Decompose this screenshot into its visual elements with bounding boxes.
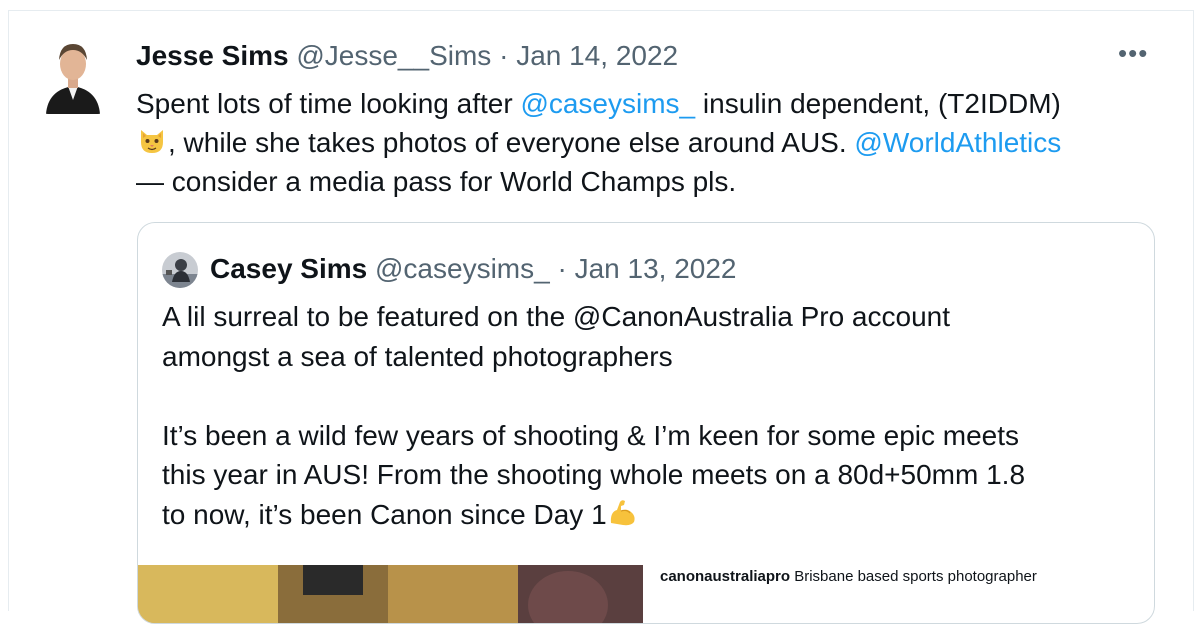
quoted-author-name[interactable]: Casey Sims — [210, 253, 367, 284]
author-name[interactable]: Jesse Sims — [136, 40, 289, 71]
separator-dot: · — [557, 253, 567, 284]
media-caption: canonaustraliapro Brisbane based sports … — [660, 568, 1037, 585]
quoted-date[interactable]: Jan 13, 2022 — [575, 253, 737, 284]
mention-caseysims[interactable]: @caseysims_ — [520, 88, 695, 119]
tweet-text-part: , while she takes photos of everyone els… — [168, 127, 855, 158]
quoted-text-line: to now, it’s been Canon since Day 1 — [162, 498, 607, 530]
quoted-text-line: amongst a sea of talented photographers — [162, 340, 673, 372]
tweet-text-part: insulin dependent, (T2IDDM) — [695, 88, 1061, 119]
quoted-tweet[interactable]: Casey Sims @caseysims_ · Jan 13, 2022 A … — [137, 222, 1155, 624]
quoted-text-line: It’s been a wild few years of shooting &… — [162, 419, 1020, 451]
tweet-text: Spent lots of time looking after @caseys… — [136, 84, 1166, 201]
author-handle[interactable]: @Jesse__Sims — [296, 40, 491, 71]
tweet-header: Jesse Sims @Jesse__Sims · Jan 14, 2022 — [136, 40, 678, 72]
avatar[interactable] — [42, 38, 104, 114]
quoted-header: Casey Sims @caseysims_ · Jan 13, 2022 — [210, 253, 737, 285]
quoted-text-line: this year in AUS! From the shooting whol… — [162, 459, 1026, 490]
tweet-date[interactable]: Jan 14, 2022 — [516, 40, 678, 71]
separator-dot: · — [499, 40, 509, 71]
cat-face-emoji-icon — [136, 124, 168, 156]
quoted-avatar[interactable] — [162, 252, 198, 288]
tweet-text-part: Spent lots of time looking after — [136, 88, 521, 119]
more-options-button[interactable]: ••• — [1118, 38, 1148, 69]
media-caption-text: Brisbane based sports photographer — [790, 568, 1037, 585]
media-image[interactable] — [138, 565, 643, 623]
flexed-biceps-emoji-icon — [607, 496, 639, 528]
quoted-author-handle[interactable]: @caseysims_ — [375, 253, 550, 284]
tweet-text-part: — consider a media pass for World Champs… — [136, 166, 737, 197]
media-caption-user[interactable]: canonaustraliapro — [660, 568, 790, 585]
quoted-text: A lil surreal to be featured on the @Can… — [162, 297, 1142, 534]
mention-worldathletics[interactable]: @WorldAthletics — [854, 127, 1061, 158]
quoted-text-line: A lil surreal to be featured on the @Can… — [162, 301, 950, 332]
